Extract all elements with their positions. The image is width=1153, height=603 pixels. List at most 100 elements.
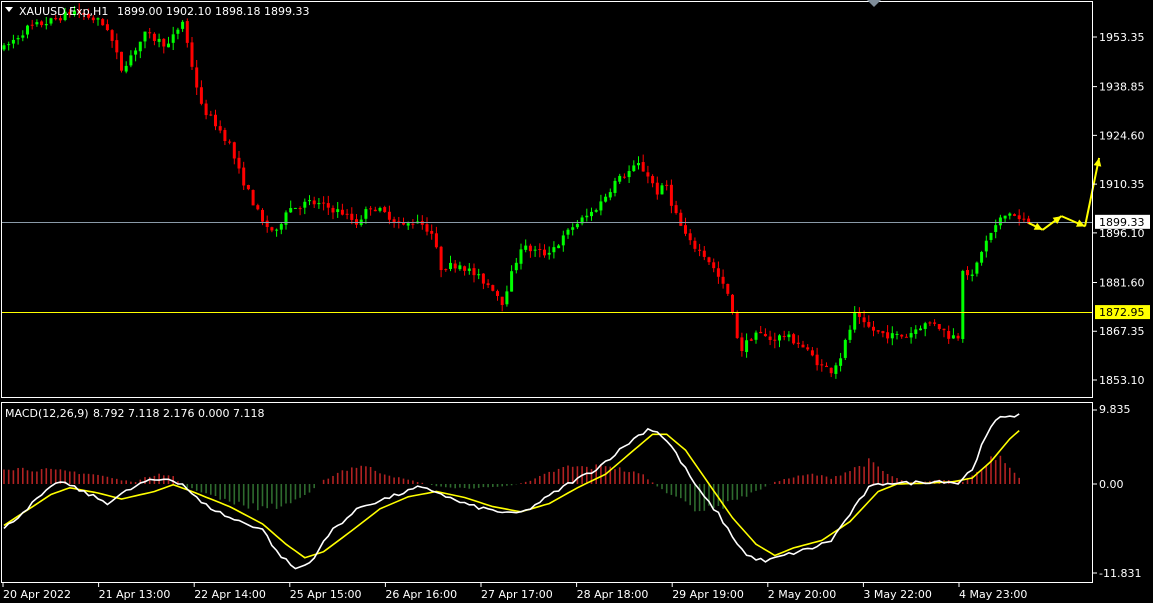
candle-body xyxy=(477,274,481,276)
candle-body xyxy=(514,262,518,271)
candle-body xyxy=(340,209,344,215)
time-tick-label: 29 Apr 19:00 xyxy=(672,588,744,601)
candle-body xyxy=(726,283,730,294)
time-tick-label: 4 May 23:00 xyxy=(959,588,1027,601)
candle-body xyxy=(1022,218,1026,220)
candle-body xyxy=(138,41,142,52)
candle-body xyxy=(11,39,15,44)
time-tick-label: 2 May 20:00 xyxy=(768,588,836,601)
price-tick-label: 1924.60 xyxy=(1099,129,1145,142)
candle-body xyxy=(148,32,152,34)
candle-body xyxy=(246,185,250,190)
candle-body xyxy=(980,252,984,263)
candle-body xyxy=(937,324,941,330)
candle-body xyxy=(604,196,608,202)
candle-body xyxy=(857,312,861,317)
candle-body xyxy=(505,291,509,305)
candle-body xyxy=(54,18,58,20)
candle-body xyxy=(914,329,918,334)
candle-body xyxy=(270,227,274,231)
candle-body xyxy=(303,201,307,208)
candle-body xyxy=(660,185,664,195)
candle-body xyxy=(787,334,791,338)
candle-body xyxy=(256,205,260,210)
candle-body xyxy=(947,330,951,339)
trading-chart[interactable]: 1953.351938.851924.601910.351896.101881.… xyxy=(0,0,1153,603)
candle-body xyxy=(956,335,960,339)
candle-body xyxy=(129,55,133,66)
candle-body xyxy=(702,250,706,257)
candle-body xyxy=(434,233,438,248)
candle-body xyxy=(778,335,781,341)
candle-body xyxy=(298,208,302,210)
candle-body xyxy=(345,213,349,215)
candle-body xyxy=(369,208,373,210)
candle-body xyxy=(843,339,847,358)
candle-body xyxy=(547,252,551,255)
candle-body xyxy=(552,247,556,253)
candle-body xyxy=(157,38,161,42)
candle-body xyxy=(637,163,640,166)
candle-body xyxy=(58,18,62,21)
candle-body xyxy=(185,21,189,43)
candle-body xyxy=(1003,215,1007,219)
candle-body xyxy=(834,365,838,374)
candle-body xyxy=(392,219,396,223)
candle-body xyxy=(561,235,565,246)
candle-body xyxy=(707,257,711,263)
candle-body xyxy=(566,229,570,235)
candle-body xyxy=(942,328,946,331)
candle-body xyxy=(1008,213,1012,216)
macd-values: 8.792 7.118 2.176 0.000 7.118 xyxy=(93,407,264,420)
candle-body xyxy=(218,126,222,131)
candle-body xyxy=(928,322,932,324)
candle-body xyxy=(646,172,650,177)
candle-body xyxy=(425,224,429,232)
candle-body xyxy=(463,266,467,271)
candle-body xyxy=(731,294,734,313)
candle-body xyxy=(919,328,922,331)
candle-body xyxy=(496,291,499,296)
candle-body xyxy=(848,329,852,340)
time-tick-label: 22 Apr 14:00 xyxy=(194,588,266,601)
candle-body xyxy=(373,209,377,212)
candle-body xyxy=(754,332,758,340)
candle-body xyxy=(26,25,29,35)
candle-body xyxy=(627,171,631,178)
macd-label: MACD(12,26,9) xyxy=(5,407,89,420)
candle-body xyxy=(96,18,100,20)
candle-body xyxy=(1013,214,1016,216)
candle-body xyxy=(810,350,814,356)
candle-body xyxy=(876,330,880,332)
candle-body xyxy=(143,31,147,42)
candle-body xyxy=(994,225,998,232)
candle-body xyxy=(387,211,391,220)
price-tick-label: 1853.10 xyxy=(1099,374,1145,387)
candle-body xyxy=(336,209,340,213)
price-tick-label: 1867.35 xyxy=(1099,325,1145,338)
candle-body xyxy=(472,268,476,276)
candle-body xyxy=(331,207,335,213)
candle-body xyxy=(261,209,264,222)
candle-body xyxy=(16,38,20,40)
candle-body xyxy=(970,274,974,276)
candle-body xyxy=(2,45,6,50)
candle-body xyxy=(458,265,462,270)
candle-body xyxy=(872,326,875,331)
candle-body xyxy=(792,334,796,344)
candle-body xyxy=(101,19,105,26)
candle-body xyxy=(528,245,532,252)
price-tick-label: 1938.85 xyxy=(1099,81,1145,94)
candle-body xyxy=(853,312,857,330)
candle-body xyxy=(655,182,659,195)
candle-body xyxy=(279,224,283,230)
macd-tick-label: -11.831 xyxy=(1099,567,1141,580)
candle-body xyxy=(622,176,626,178)
candle-body xyxy=(308,200,311,202)
level-line-label: 1872.95 xyxy=(1099,306,1145,319)
candle-body xyxy=(162,38,166,47)
candle-body xyxy=(909,333,913,338)
candle-body xyxy=(557,245,561,249)
candle-body xyxy=(881,331,885,334)
candle-body xyxy=(199,87,203,104)
